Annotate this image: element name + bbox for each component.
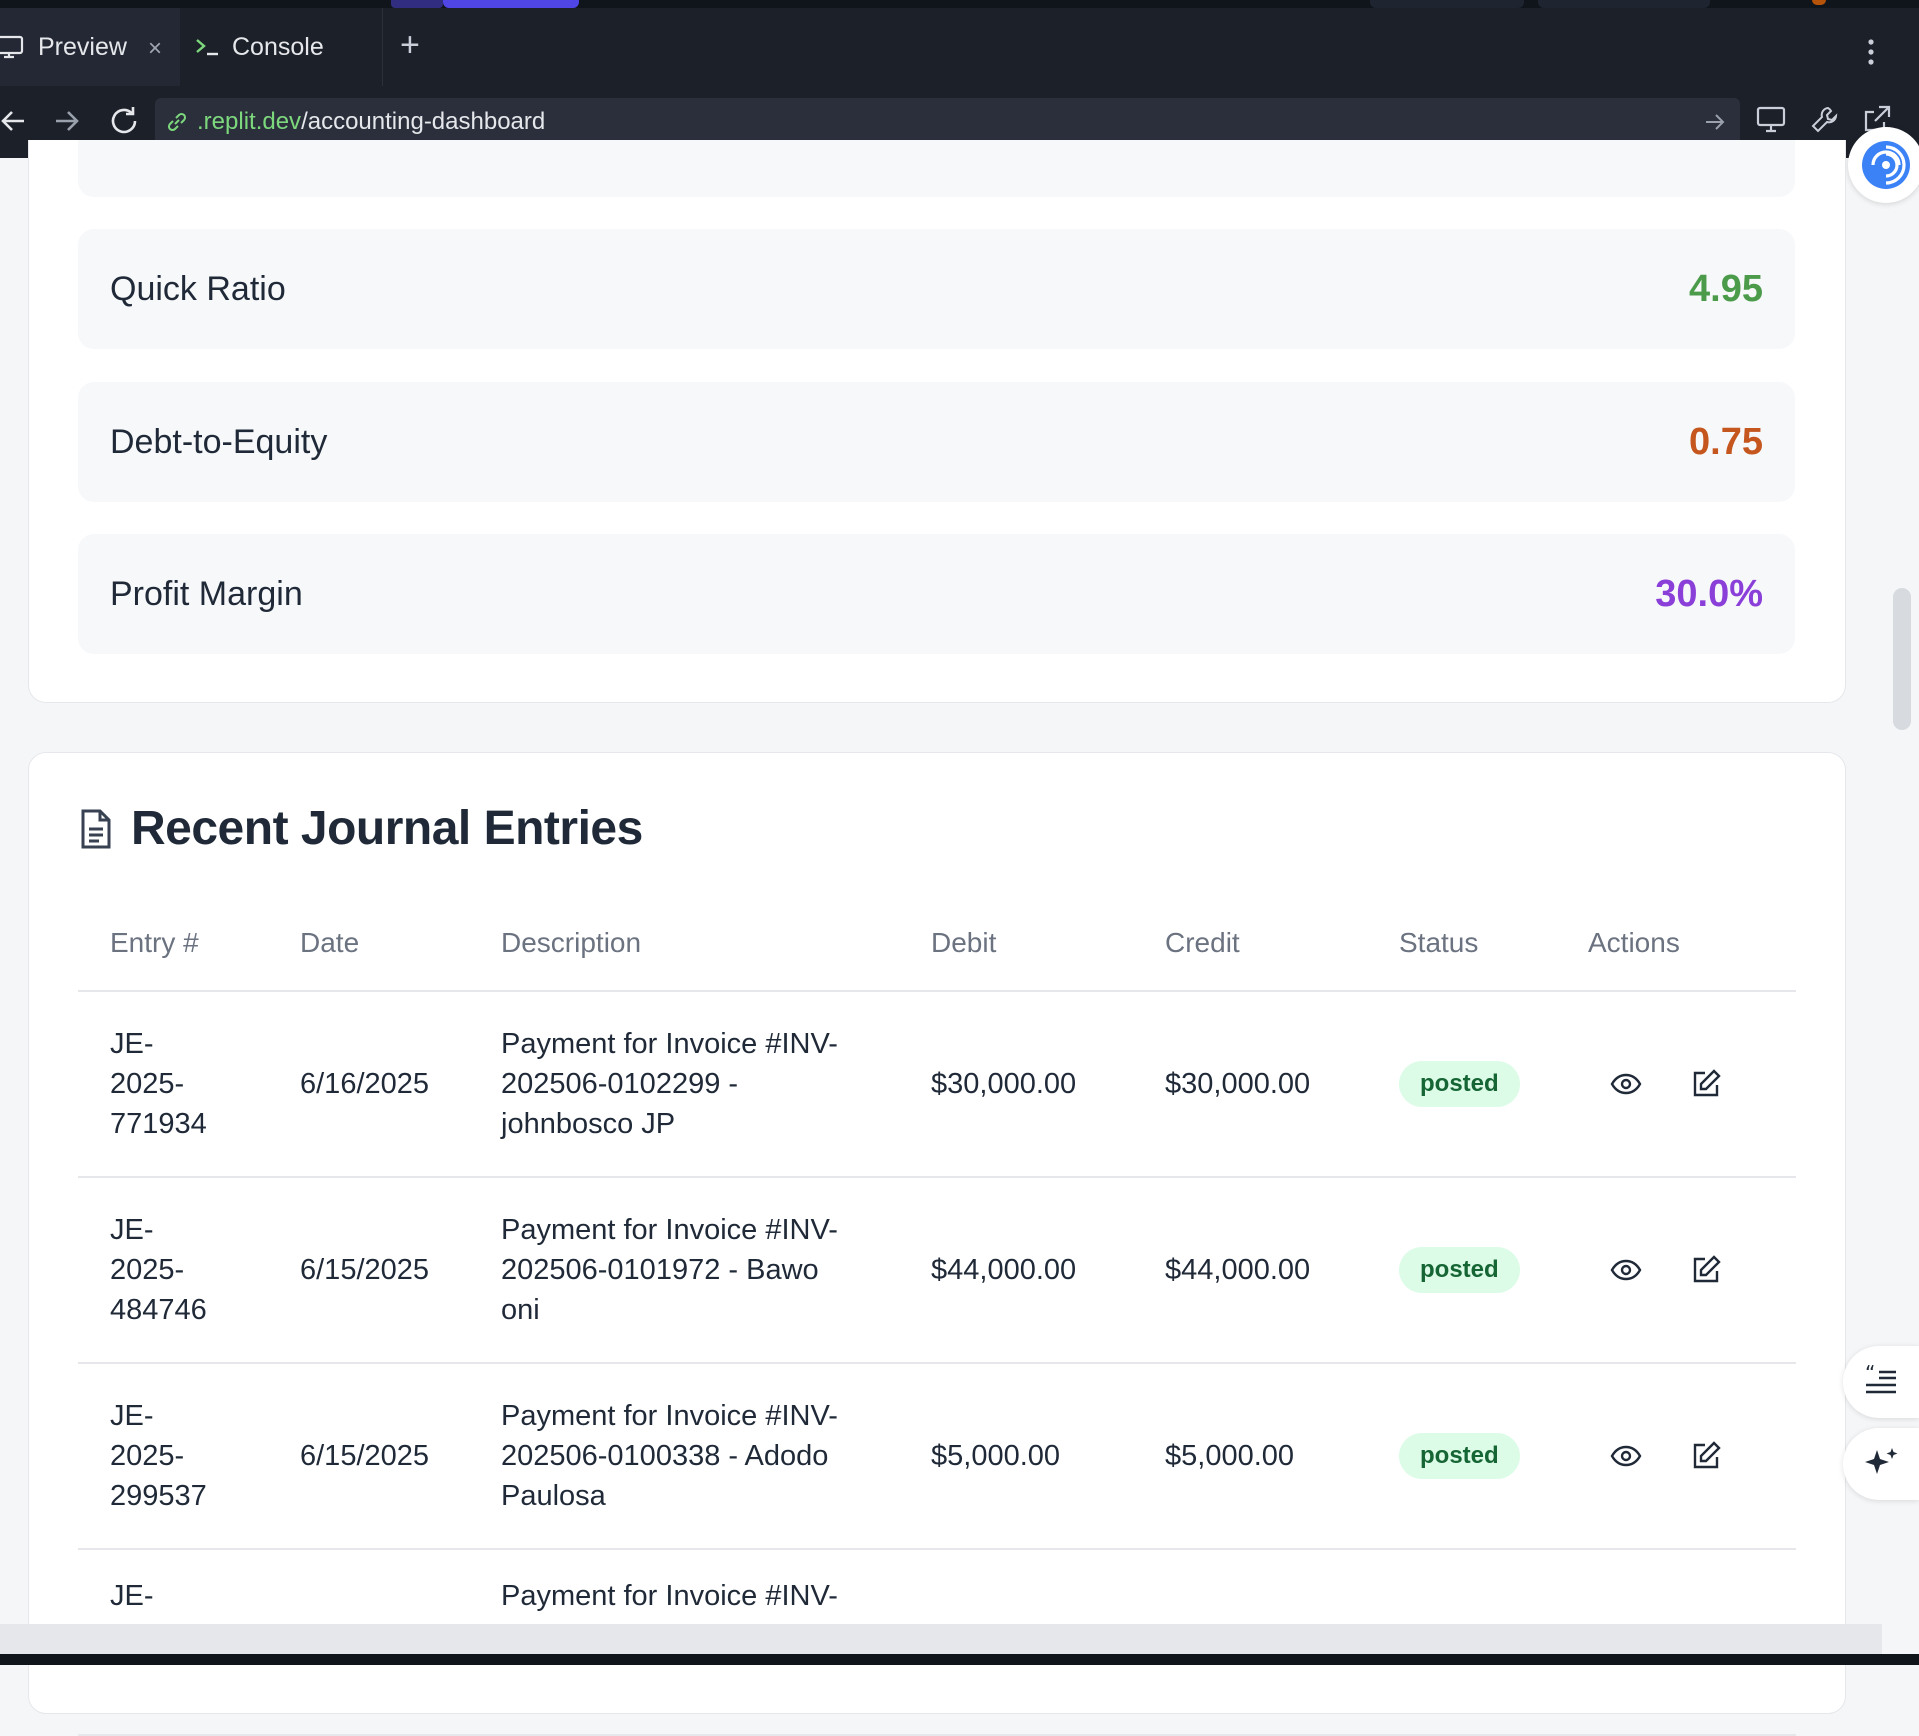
status-badge: posted [1399,1061,1520,1107]
document-icon [79,809,113,849]
entry-credit: $44,000.00 [1133,1177,1367,1364]
table-row[interactable]: JE-2025-771934 6/16/2025 Payment for Inv… [78,991,1796,1178]
entry-number: JE-2025-484746 [78,1177,268,1364]
entry-credit: $30,000.00 [1133,991,1367,1178]
column-header-status[interactable]: Status [1367,895,1556,992]
vertical-scrollbar-thumb[interactable] [1893,588,1911,730]
table-header-row: Entry # Date Description Debit Credit St… [78,895,1796,992]
ratio-row-partial [78,140,1795,197]
url-host: .replit.dev [197,108,302,135]
reload-icon[interactable] [108,104,140,138]
user-avatar[interactable] [1812,0,1826,5]
sparkle-ai-icon[interactable] [1843,1428,1919,1500]
ratio-label: Quick Ratio [110,269,286,308]
tab-label: Preview [38,32,127,61]
toolbar-pill[interactable] [1370,0,1524,8]
entry-debit: $30,000.00 [899,991,1133,1178]
new-tab-button[interactable]: + [400,28,420,62]
ratio-debt-to-equity: Debt-to-Equity 0.75 [78,382,1795,502]
entry-status: posted [1367,1363,1556,1550]
table-row[interactable]: JE-2025-484746 6/15/2025 Payment for Inv… [78,1177,1796,1364]
edit-icon[interactable] [1690,1440,1722,1472]
entry-description: Payment for Invoice #INV-202506-0102299 … [469,991,899,1178]
edit-icon[interactable] [1690,1254,1722,1286]
entry-number: JE-2025-771934 [78,991,268,1178]
toolbar-pill[interactable] [391,0,443,8]
terminal-icon [194,35,220,59]
column-header-debit[interactable]: Debit [899,895,1133,992]
column-header-date[interactable]: Date [268,895,469,992]
toolbar-pill-active[interactable] [443,0,579,8]
card-header: Recent Journal Entries [79,801,643,856]
link-icon [165,110,189,134]
more-options-icon[interactable] [1866,38,1876,66]
window-top-strip [0,0,1919,8]
entry-credit: $5,000.00 [1133,1363,1367,1550]
status-badge: posted [1399,1433,1520,1479]
close-tab-icon[interactable]: × [148,35,162,63]
journal-entries-table: Entry # Date Description Debit Credit St… [78,895,1796,1736]
go-arrow-icon[interactable] [1704,110,1726,134]
entry-status: posted [1367,991,1556,1178]
column-header-actions: Actions [1556,895,1796,992]
tab-bar: Preview × Console + [0,8,1919,87]
ratio-profit-margin: Profit Margin 30.0% [78,534,1795,654]
entry-debit: $44,000.00 [899,1177,1133,1364]
url-field[interactable]: .replit.dev/accounting-dashboard [155,98,1740,146]
replit-agent-icon[interactable] [1848,127,1919,203]
horizontal-scrollbar[interactable] [0,1624,1882,1654]
ratio-quick-ratio: Quick Ratio 4.95 [78,229,1795,349]
window-bottom-strip [0,1654,1919,1665]
monitor-icon [0,35,26,59]
column-header-entry[interactable]: Entry # [78,895,268,992]
svg-text:“: “ [1865,1364,1875,1385]
ratio-label: Debt-to-Equity [110,422,328,461]
financial-ratios-card: Quick Ratio 4.95 Debt-to-Equity 0.75 Pro… [28,140,1846,703]
entry-description: Payment for Invoice #INV-202506-0100338 … [469,1363,899,1550]
tab-label: Console [232,32,324,61]
view-eye-icon[interactable] [1610,1444,1642,1468]
quote-feedback-icon[interactable]: “ [1843,1346,1919,1418]
entry-actions [1556,1177,1796,1364]
entry-description: Payment for Invoice #INV-202506-0101972 … [469,1177,899,1364]
entry-status: posted [1367,1177,1556,1364]
edit-icon[interactable] [1690,1068,1722,1100]
column-header-description[interactable]: Description [469,895,899,992]
toolbar-pill[interactable] [1538,0,1710,8]
ratio-value: 0.75 [1689,420,1763,463]
status-badge: posted [1399,1247,1520,1293]
journal-entries-card: Recent Journal Entries Entry # Date Desc… [28,752,1846,1736]
entry-actions [1556,1363,1796,1550]
entry-actions [1556,991,1796,1178]
ratio-value: 30.0% [1655,572,1763,615]
table-row[interactable]: JE-2025-299537 6/15/2025 Payment for Inv… [78,1363,1796,1550]
entry-date: 6/16/2025 [268,991,469,1178]
view-eye-icon[interactable] [1610,1072,1642,1096]
wrench-icon[interactable] [1810,104,1840,134]
forward-arrow-icon[interactable] [54,104,80,138]
tab-console[interactable]: Console [180,8,383,86]
column-header-credit[interactable]: Credit [1133,895,1367,992]
ratio-value: 4.95 [1689,267,1763,310]
card-title: Recent Journal Entries [131,802,643,855]
url-path: /accounting-dashboard [301,108,546,135]
device-preview-icon[interactable] [1756,104,1786,134]
ratio-label: Profit Margin [110,574,303,613]
entry-date: 6/15/2025 [268,1177,469,1364]
entry-debit: $5,000.00 [899,1363,1133,1550]
back-arrow-icon[interactable] [0,104,26,138]
entry-number: JE-2025-299537 [78,1363,268,1550]
entry-date: 6/15/2025 [268,1363,469,1550]
view-eye-icon[interactable] [1610,1258,1642,1282]
